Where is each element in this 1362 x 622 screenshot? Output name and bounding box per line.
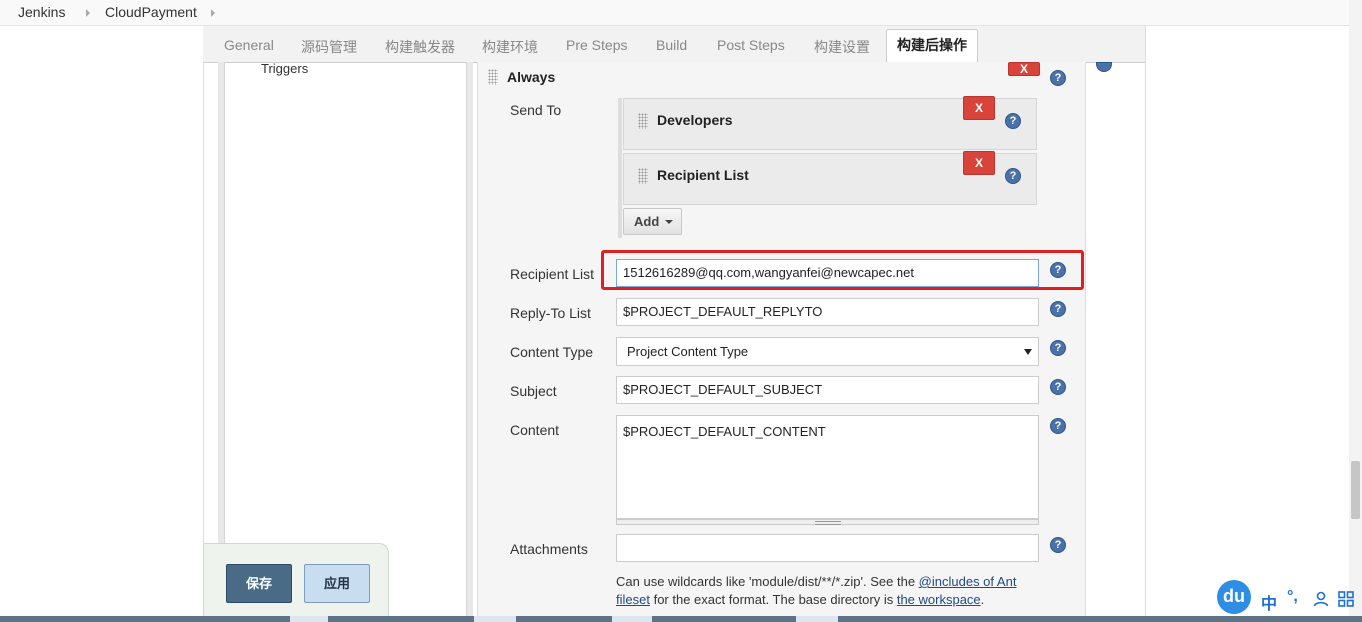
config-tabbar: General 源码管理 构建触发器 构建环境 Pre Steps Build …	[203, 26, 1146, 64]
add-recipient-button[interactable]: Add	[623, 208, 682, 235]
tab-build-environment[interactable]: 构建环境	[482, 37, 538, 57]
taskbar-item[interactable]	[796, 616, 838, 622]
tab-scm[interactable]: 源码管理	[301, 37, 357, 57]
section-indent-bar	[466, 62, 473, 622]
scrollbar-thumb[interactable]	[1351, 461, 1360, 519]
user-icon[interactable]	[1313, 591, 1329, 607]
tab-general[interactable]: General	[224, 37, 274, 53]
help-text-part: Can use wildcards like 'module/dist/**/*…	[616, 574, 919, 589]
help-text-part: for the exact format. The base directory…	[649, 592, 897, 607]
help-icon[interactable]: ?	[1050, 418, 1066, 434]
taskbar-item[interactable]	[612, 616, 652, 622]
help-icon[interactable]: ?	[1050, 537, 1066, 553]
help-icon[interactable]: ?	[1005, 113, 1021, 129]
frame-divider	[203, 62, 204, 622]
taskbar-item[interactable]	[290, 616, 328, 622]
drag-handle-icon[interactable]	[638, 113, 648, 129]
scrollbar[interactable]	[1349, 0, 1362, 622]
content-type-label: Content Type	[510, 344, 594, 360]
ime-logo-icon[interactable]: du	[1217, 580, 1251, 614]
ime-punctuation-toggle[interactable]: °,	[1287, 588, 1298, 606]
recipient-card-title: Developers	[657, 112, 733, 128]
section-indent-bar	[218, 62, 225, 622]
tab-build[interactable]: Build	[656, 37, 687, 53]
help-icon[interactable]: ?	[1050, 379, 1066, 395]
help-icon[interactable]: ?	[1050, 340, 1066, 356]
attachments-label: Attachments	[510, 541, 588, 557]
content-label: Content	[510, 422, 560, 438]
reply-to-label: Reply-To List	[510, 305, 591, 321]
taskbar-item[interactable]	[474, 616, 516, 622]
os-taskbar	[0, 616, 1362, 622]
reply-to-input[interactable]: $PROJECT_DEFAULT_REPLYTO	[616, 298, 1039, 326]
textarea-resize-handle[interactable]	[616, 519, 1039, 525]
help-icon[interactable]: ?	[1050, 262, 1066, 278]
subject-input[interactable]: $PROJECT_DEFAULT_SUBJECT	[616, 376, 1039, 404]
delete-developers-button[interactable]: X	[963, 96, 995, 120]
trigger-title: Always	[507, 69, 556, 85]
ime-language-toggle[interactable]: 中	[1261, 590, 1277, 614]
chevron-down-icon	[665, 220, 673, 224]
chevron-right-icon[interactable]	[86, 9, 90, 17]
save-button[interactable]: 保存	[226, 564, 292, 603]
content-type-select[interactable]: Project Content Type	[616, 337, 1039, 366]
attachments-input[interactable]	[616, 534, 1039, 562]
triggers-label: Triggers	[261, 61, 309, 76]
content-textarea[interactable]: $PROJECT_DEFAULT_CONTENT	[616, 415, 1039, 519]
help-icon[interactable]: ?	[1005, 168, 1021, 184]
attachments-help-text: Can use wildcards like 'module/dist/**/*…	[616, 573, 1046, 609]
tab-build-settings[interactable]: 构建设置	[814, 37, 870, 57]
help-icon[interactable]: ?	[1050, 301, 1066, 317]
add-button-label: Add	[634, 214, 660, 229]
workspace-link[interactable]: the workspace	[897, 592, 981, 607]
send-to-group-line	[618, 98, 622, 238]
delete-trigger-button[interactable]: X	[1008, 62, 1040, 76]
tab-post-steps[interactable]: Post Steps	[717, 37, 785, 53]
recipient-list-label: Recipient List	[510, 266, 595, 282]
subject-label: Subject	[510, 383, 557, 399]
recipient-card-title: Recipient List	[657, 167, 749, 183]
drag-handle-icon[interactable]	[488, 69, 498, 85]
tab-build-triggers[interactable]: 构建触发器	[385, 37, 455, 57]
grid-menu-icon[interactable]	[1338, 591, 1354, 607]
delete-recipient-list-button[interactable]: X	[963, 151, 995, 175]
frame-divider	[1145, 26, 1146, 622]
help-icon[interactable]: ?	[1050, 70, 1066, 86]
tab-post-build-actions[interactable]: 构建后操作	[886, 29, 978, 64]
chevron-right-icon[interactable]	[211, 9, 215, 17]
help-text-part: .	[980, 592, 985, 607]
drag-handle-icon[interactable]	[638, 168, 648, 184]
apply-button[interactable]: 应用	[304, 564, 370, 603]
tab-pre-steps[interactable]: Pre Steps	[566, 37, 627, 53]
breadcrumb-jenkins[interactable]: Jenkins	[18, 4, 65, 20]
breadcrumb-cloudpayment[interactable]: CloudPayment	[105, 4, 197, 20]
breadcrumb: Jenkins CloudPayment	[0, 0, 1362, 26]
highlight-annotation	[601, 250, 1084, 290]
send-to-label: Send To	[510, 102, 562, 118]
dropdown-arrow-icon	[1024, 349, 1032, 355]
content-type-value: Project Content Type	[627, 344, 749, 359]
help-icon[interactable]	[1096, 62, 1112, 72]
